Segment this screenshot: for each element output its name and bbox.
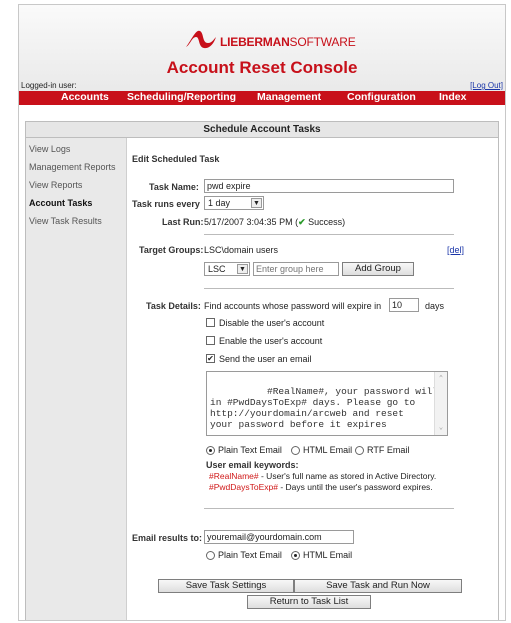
chevron-down-icon: ▼ bbox=[237, 264, 248, 274]
panel-title: Schedule Account Tasks bbox=[26, 122, 498, 138]
task-form: Edit Scheduled Task Task Name: Task runs… bbox=[127, 138, 499, 620]
task-details-label: Task Details: bbox=[146, 301, 201, 311]
check-icon: ✔ bbox=[207, 354, 214, 363]
divider bbox=[204, 508, 454, 509]
check-icon: ✔ bbox=[298, 217, 306, 227]
task-name-input[interactable] bbox=[204, 179, 454, 193]
header: LIEBERMANSOFTWARE Account Reset Console … bbox=[19, 5, 505, 93]
email-results-label: Email results to: bbox=[132, 533, 203, 543]
lieberman-logo: LIEBERMANSOFTWARE bbox=[184, 25, 384, 57]
send-email-checkbox[interactable]: ✔ bbox=[206, 354, 215, 363]
sidebar-item-management-reports[interactable]: Management Reports bbox=[29, 162, 116, 172]
results-plain-radio[interactable] bbox=[206, 551, 215, 560]
results-plain-label: Plain Text Email bbox=[218, 550, 282, 560]
swoosh-logo-icon bbox=[186, 30, 216, 49]
sidebar-item-view-logs[interactable]: View Logs bbox=[29, 144, 70, 154]
sidebar: View Logs Management Reports View Report… bbox=[26, 138, 127, 620]
sidebar-item-view-task-results[interactable]: View Task Results bbox=[29, 216, 102, 226]
rtf-email-label: RTF Email bbox=[367, 445, 410, 455]
scroll-up-icon[interactable]: ⌃ bbox=[436, 374, 446, 384]
rtf-email-radio[interactable] bbox=[355, 446, 364, 455]
runs-every-label: Task runs every bbox=[132, 199, 200, 209]
disable-account-label: Disable the user's account bbox=[219, 318, 325, 328]
task-details-prefix: Find accounts whose password will expire… bbox=[204, 301, 382, 311]
results-html-label: HTML Email bbox=[303, 550, 353, 560]
scrollbar[interactable]: ⌃ ⌄ bbox=[434, 372, 447, 435]
disable-account-checkbox[interactable] bbox=[206, 318, 215, 327]
divider bbox=[204, 288, 454, 289]
send-email-label: Send the user an email bbox=[219, 354, 312, 364]
nav-configuration[interactable]: Configuration bbox=[347, 91, 416, 103]
task-name-label: Task Name: bbox=[149, 182, 199, 192]
console-title: Account Reset Console bbox=[166, 58, 358, 77]
nav-index[interactable]: Index bbox=[439, 91, 466, 103]
nav-accounts[interactable]: Accounts bbox=[61, 91, 109, 103]
plain-text-email-radio[interactable] bbox=[206, 446, 215, 455]
sidebar-item-view-reports[interactable]: View Reports bbox=[29, 180, 82, 190]
enable-account-label: Enable the user's account bbox=[219, 336, 323, 346]
target-groups-value: LSC\domain users bbox=[204, 245, 279, 255]
chevron-down-icon: ▼ bbox=[251, 198, 262, 208]
body-area: Schedule Account Tasks View Logs Managem… bbox=[19, 105, 505, 620]
schedule-panel: Schedule Account Tasks View Logs Managem… bbox=[25, 121, 499, 620]
logged-in-label: Logged-in user: bbox=[21, 81, 77, 90]
scroll-down-icon[interactable]: ⌄ bbox=[436, 423, 446, 433]
return-to-list-button[interactable]: Return to Task List bbox=[247, 595, 371, 609]
email-results-input[interactable] bbox=[204, 530, 354, 544]
enable-account-checkbox[interactable] bbox=[206, 336, 215, 345]
plain-text-email-label: Plain Text Email bbox=[218, 445, 282, 455]
last-run-label: Last Run: bbox=[162, 217, 204, 227]
target-groups-label: Target Groups: bbox=[139, 245, 204, 255]
divider bbox=[204, 234, 454, 235]
sidebar-item-account-tasks[interactable]: Account Tasks bbox=[29, 198, 92, 208]
delete-group-link[interactable]: [del] bbox=[447, 245, 464, 255]
keyword-realname: #RealName# - User's full name as stored … bbox=[209, 471, 437, 481]
group-input[interactable] bbox=[253, 262, 339, 276]
app-frame: LIEBERMANSOFTWARE Account Reset Console … bbox=[18, 4, 506, 621]
runs-every-select[interactable]: 1 day ▼ bbox=[204, 196, 264, 210]
save-and-run-button[interactable]: Save Task and Run Now bbox=[294, 579, 462, 593]
save-task-button[interactable]: Save Task Settings bbox=[158, 579, 294, 593]
keyword-pwddays: #PwdDaysToExp# - Days until the user's p… bbox=[209, 482, 433, 492]
days-input[interactable] bbox=[389, 298, 419, 312]
domain-select[interactable]: LSC ▼ bbox=[204, 262, 250, 276]
logout-link[interactable]: [Log Out] bbox=[470, 81, 503, 90]
brand-name: LIEBERMANSOFTWARE bbox=[220, 35, 356, 49]
keywords-title: User email keywords: bbox=[206, 460, 299, 470]
results-html-radio[interactable] bbox=[291, 551, 300, 560]
main-nav: Accounts Scheduling/Reporting Management… bbox=[19, 91, 505, 105]
html-email-label: HTML Email bbox=[303, 445, 353, 455]
add-group-button[interactable]: Add Group bbox=[342, 262, 414, 276]
section-title: Edit Scheduled Task bbox=[132, 154, 220, 164]
nav-scheduling-reporting[interactable]: Scheduling/Reporting bbox=[127, 91, 236, 103]
nav-management[interactable]: Management bbox=[257, 91, 321, 103]
last-run-value: 5/17/2007 3:04:35 PM (✔ Success) bbox=[204, 217, 346, 227]
email-body-textarea[interactable]: #RealName#, your password will expire in… bbox=[206, 371, 448, 436]
html-email-radio[interactable] bbox=[291, 446, 300, 455]
days-suffix: days bbox=[425, 301, 445, 311]
